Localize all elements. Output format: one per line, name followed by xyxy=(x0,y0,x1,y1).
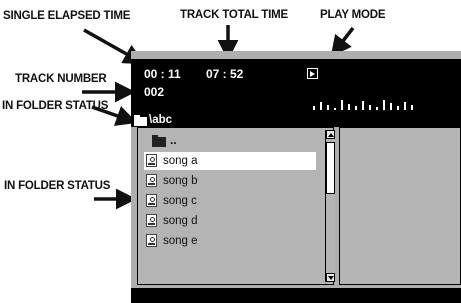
equalizer-bar xyxy=(341,100,343,110)
mp3-file-icon xyxy=(146,214,157,227)
mp3-file-icon xyxy=(146,194,157,207)
file-list-panel: .. song a song b song c song d song e xyxy=(137,127,335,285)
equalizer-bar xyxy=(355,106,357,110)
total-time: 07 : 52 xyxy=(206,67,244,81)
info-panel xyxy=(339,127,461,285)
file-list-item[interactable]: song d xyxy=(144,212,316,230)
equalizer-bar xyxy=(390,103,392,110)
file-name: song b xyxy=(163,175,198,187)
file-name: song d xyxy=(163,215,198,227)
mp3-file-icon xyxy=(146,234,157,247)
equalizer-bar xyxy=(376,107,378,110)
arrow-play-mode xyxy=(330,26,355,57)
elapsed-time: 00 : 11 xyxy=(144,67,181,81)
track-number: 002 xyxy=(144,85,165,99)
play-mode-icon[interactable] xyxy=(307,68,318,79)
equalizer-bar xyxy=(320,102,322,110)
file-name: song c xyxy=(163,195,197,207)
equalizer-bar xyxy=(369,105,371,110)
arrow-folder-status-top xyxy=(91,105,138,126)
equalizer-bar xyxy=(383,100,385,110)
equalizer-bar xyxy=(404,102,406,110)
player-screen: 00 : 11 07 : 52 002 \abc .. song a song b… xyxy=(131,51,461,303)
file-list-item[interactable]: song c xyxy=(144,192,316,210)
scroll-thumb[interactable] xyxy=(326,142,335,194)
equalizer-bar xyxy=(397,106,399,110)
file-list-item[interactable]: song e xyxy=(144,232,316,250)
equalizer-display xyxy=(313,96,423,110)
equalizer-bar xyxy=(334,108,336,110)
equalizer-bar xyxy=(327,105,329,110)
scroll-up-arrow-icon[interactable] xyxy=(326,130,335,139)
mp3-file-icon xyxy=(146,174,157,187)
file-name: song a xyxy=(163,155,198,167)
equalizer-bar xyxy=(362,101,364,110)
parent-folder-icon xyxy=(152,135,166,147)
file-list-scrollbar[interactable] xyxy=(325,130,335,282)
file-list-item[interactable]: song b xyxy=(144,172,316,190)
parent-folder-row[interactable]: .. xyxy=(144,132,316,150)
bottom-status-bar xyxy=(131,288,461,303)
mp3-file-icon xyxy=(146,154,157,167)
parent-folder-label: .. xyxy=(170,133,177,147)
file-list-item[interactable]: song a xyxy=(144,152,316,170)
folder-icon xyxy=(134,115,147,126)
equalizer-bar xyxy=(313,106,315,110)
folder-path-bar: \abc xyxy=(131,114,461,127)
scroll-down-arrow-icon[interactable] xyxy=(326,273,335,282)
equalizer-bar xyxy=(411,105,413,110)
status-header: 00 : 11 07 : 52 002 xyxy=(131,59,461,115)
folder-path: \abc xyxy=(149,114,173,126)
arrow-elapsed-time xyxy=(83,28,145,65)
file-name: song e xyxy=(163,235,198,247)
equalizer-bar xyxy=(348,104,350,110)
